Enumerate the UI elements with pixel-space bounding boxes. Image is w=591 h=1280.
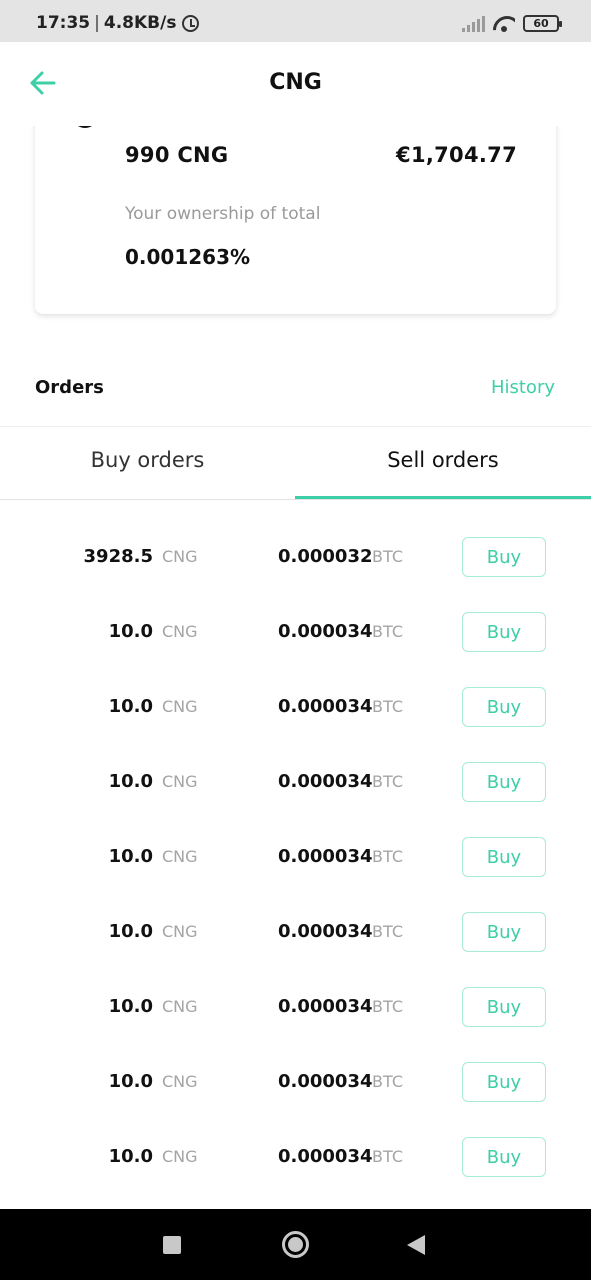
order-row: 10.0 CNG 0.000034 BTC Buy	[0, 837, 591, 912]
wifi-icon	[493, 16, 515, 32]
battery-level: 60	[533, 17, 549, 30]
buy-button[interactable]: Buy	[462, 1062, 546, 1102]
order-quantity-unit: CNG	[162, 697, 198, 716]
order-price-unit: BTC	[372, 622, 403, 641]
order-price-unit: BTC	[372, 922, 403, 941]
recents-square-icon[interactable]	[163, 1236, 181, 1254]
order-price-unit: BTC	[372, 1147, 403, 1166]
buy-button[interactable]: Buy	[462, 1137, 546, 1177]
system-nav-bar	[0, 1209, 591, 1280]
order-price: 0.000034	[278, 996, 373, 1017]
buy-button[interactable]: Buy	[462, 837, 546, 877]
signal-icon	[462, 16, 485, 32]
order-price-unit: BTC	[372, 1072, 403, 1091]
order-quantity: 10.0	[108, 846, 153, 867]
order-quantity: 10.0	[108, 771, 153, 792]
order-quantity: 10.0	[108, 1071, 153, 1092]
order-row: 10.0 CNG 0.000034 BTC Buy	[0, 612, 591, 687]
order-quantity-unit: CNG	[162, 1072, 198, 1091]
order-row: 10.0 CNG 0.000034 BTC Buy	[0, 687, 591, 762]
alarm-icon	[182, 14, 200, 32]
buy-button[interactable]: Buy	[462, 912, 546, 952]
order-quantity-unit: CNG	[162, 997, 198, 1016]
tab-sell-orders[interactable]: Sell orders	[295, 427, 591, 500]
order-price: 0.000034	[278, 1146, 373, 1167]
holding-amount: 990 CNG	[125, 143, 229, 167]
buy-button[interactable]: Buy	[462, 687, 546, 727]
order-tabs: Buy orders Sell orders	[0, 427, 591, 500]
active-tab-indicator	[295, 496, 591, 499]
buy-button[interactable]: Buy	[462, 762, 546, 802]
back-triangle-icon[interactable]	[407, 1235, 425, 1255]
order-row: 3928.5 CNG 0.000032 BTC Buy	[0, 537, 591, 612]
status-bar: 17:35 | 4.8KB/s 60	[0, 0, 591, 42]
buy-button[interactable]: Buy	[462, 537, 546, 577]
order-price-unit: BTC	[372, 697, 403, 716]
home-circle-icon[interactable]	[282, 1231, 309, 1258]
status-left: 17:35 | 4.8KB/s	[36, 13, 200, 33]
ownership-value: 0.001263%	[125, 245, 251, 269]
order-quantity-unit: CNG	[162, 622, 198, 641]
order-quantity-unit: CNG	[162, 922, 198, 941]
order-price-unit: BTC	[372, 547, 403, 566]
order-price: 0.000034	[278, 1071, 373, 1092]
holding-value: €1,704.77	[396, 143, 517, 167]
status-separator: |	[94, 13, 100, 33]
status-right: 60	[462, 15, 562, 32]
order-quantity-unit: CNG	[162, 547, 198, 566]
order-price: 0.000034	[278, 696, 373, 717]
order-price: 0.000034	[278, 621, 373, 642]
ownership-label: Your ownership of total	[125, 204, 321, 224]
tab-divider	[0, 499, 591, 500]
app-header: CNG	[0, 42, 591, 126]
order-price-unit: BTC	[372, 847, 403, 866]
status-speed: 4.8KB/s	[103, 13, 177, 33]
tab-buy-orders[interactable]: Buy orders	[0, 427, 295, 500]
order-quantity-unit: CNG	[162, 1147, 198, 1166]
order-price-unit: BTC	[372, 997, 403, 1016]
order-row: 10.0 CNG 0.000034 BTC Buy	[0, 1137, 591, 1212]
order-row: 10.0 CNG 0.000034 BTC Buy	[0, 1062, 591, 1137]
order-quantity: 10.0	[108, 996, 153, 1017]
battery-icon: 60	[523, 15, 562, 32]
order-row: 10.0 CNG 0.000034 BTC Buy	[0, 987, 591, 1062]
buy-button[interactable]: Buy	[462, 987, 546, 1027]
order-price: 0.000034	[278, 846, 373, 867]
order-quantity: 10.0	[108, 1146, 153, 1167]
order-quantity-unit: CNG	[162, 772, 198, 791]
order-quantity-unit: CNG	[162, 847, 198, 866]
order-price: 0.000032	[278, 546, 373, 567]
page-title: CNG	[269, 70, 322, 95]
order-price-unit: BTC	[372, 772, 403, 791]
order-quantity: 10.0	[108, 921, 153, 942]
order-price: 0.000034	[278, 921, 373, 942]
order-quantity: 10.0	[108, 696, 153, 717]
order-price: 0.000034	[278, 771, 373, 792]
status-time: 17:35	[36, 13, 91, 33]
orders-title: Orders	[35, 377, 104, 398]
order-quantity: 3928.5	[83, 546, 153, 567]
order-row: 10.0 CNG 0.000034 BTC Buy	[0, 762, 591, 837]
history-link[interactable]: History	[491, 377, 555, 398]
order-quantity: 10.0	[108, 621, 153, 642]
buy-button[interactable]: Buy	[462, 612, 546, 652]
order-row: 10.0 CNG 0.000034 BTC Buy	[0, 912, 591, 987]
